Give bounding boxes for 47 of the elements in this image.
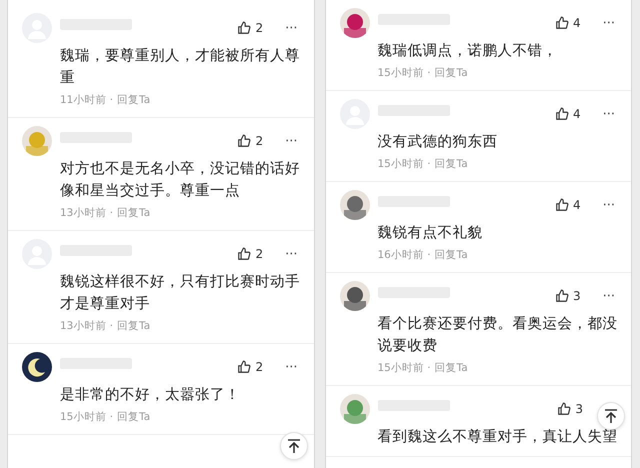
comment-text: 看个比赛还要付费。看奥运会，都没说要收费 [378, 314, 618, 356]
comment-text: 对方也不是无名小卒，没记错的话好像和星当交过手。尊重一点 [60, 160, 300, 201]
like-button[interactable]: 2 [237, 21, 264, 35]
comment-time: 13小时前 · [60, 319, 114, 334]
more-button[interactable]: ··· [271, 360, 300, 374]
comment-time: 15小时前 · [60, 410, 114, 425]
more-button[interactable]: ··· [271, 246, 300, 262]
like-button[interactable]: 4 [554, 16, 581, 30]
like-button[interactable]: 3 [554, 289, 581, 303]
like-button[interactable]: 2 [237, 134, 264, 148]
thumbs-up-icon [554, 107, 569, 121]
comment-time: 15小时前 · [378, 361, 431, 376]
thumbs-up-icon [557, 402, 572, 416]
more-button[interactable]: ··· [588, 16, 617, 30]
comment-time: 13小时前 · [60, 206, 114, 221]
thumbs-up-icon [237, 247, 252, 261]
thumbs-up-icon [554, 16, 569, 30]
thumbs-up-icon [237, 134, 252, 148]
more-button[interactable]: ··· [588, 198, 617, 212]
more-button[interactable]: ··· [588, 288, 617, 304]
thumbs-up-icon [237, 21, 252, 35]
comment-text: 魏瑞，要尊重别人，才能被所有人尊重 [60, 46, 300, 88]
more-button[interactable]: ··· [271, 20, 300, 36]
comment-text: 没有武德的狗东西 [378, 132, 498, 152]
comment-time: 15小时前 · [378, 157, 431, 172]
like-button[interactable]: 2 [237, 360, 264, 374]
comment-text: 魏锐这样很不好，只有打比赛时动手才是尊重对手 [60, 272, 300, 314]
comment-text: 看到魏这么不尊重对手，真让人失望 [378, 428, 618, 447]
comment-text: 是非常的不好，太嚣张了！ [60, 386, 241, 405]
back-to-top-button[interactable] [280, 432, 308, 460]
comment-time: 15小时前 · [378, 66, 431, 81]
arrow-up-icon [286, 438, 302, 454]
comment-time: 11小时前 · [60, 93, 114, 108]
more-button[interactable]: ··· [588, 106, 617, 122]
back-to-top-button[interactable] [597, 402, 625, 430]
more-button[interactable]: ··· [271, 134, 300, 148]
like-button[interactable]: 4 [554, 107, 581, 121]
like-button[interactable]: 4 [554, 198, 581, 212]
like-button[interactable]: 3 [557, 402, 583, 416]
comment-text: 魏瑞低调点，诺鹏人不错， [378, 42, 558, 61]
like-button[interactable]: 2 [237, 247, 264, 261]
thumbs-up-icon [554, 289, 569, 303]
thumbs-up-icon [237, 360, 252, 374]
arrow-up-icon [603, 408, 619, 424]
thumbs-up-icon [554, 198, 569, 212]
comment-time: 16小时前 · [378, 248, 431, 263]
comment-text: 魏锐有点不礼貌 [378, 224, 484, 243]
